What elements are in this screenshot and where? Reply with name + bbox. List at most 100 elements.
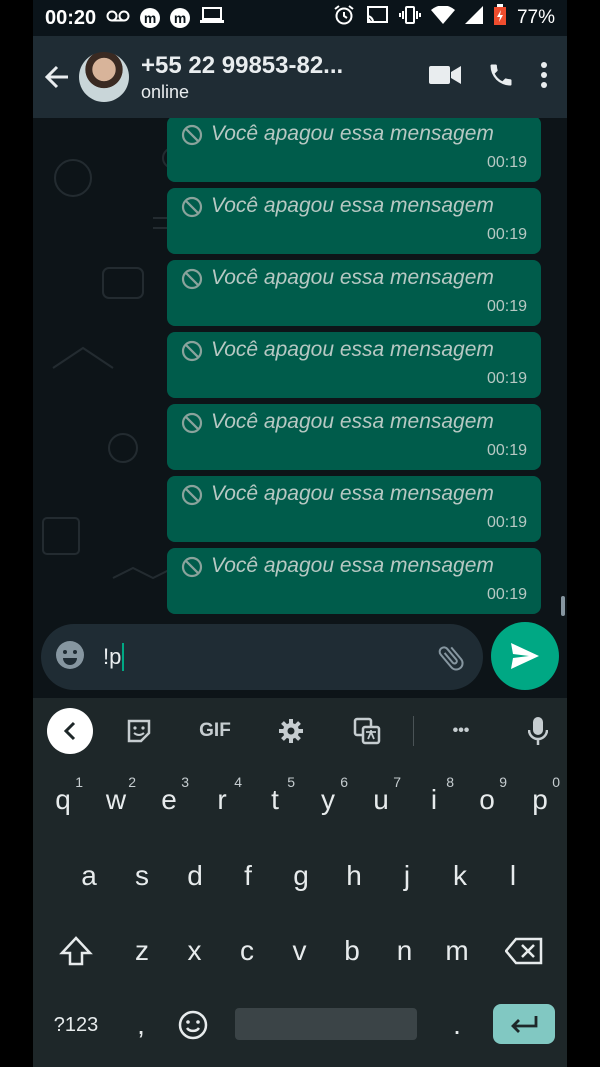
message-input-text: !p	[103, 644, 122, 669]
keyboard-key[interactable]: x	[169, 921, 221, 981]
message-bubble[interactable]: Você apagou essa mensagem 00:19	[167, 118, 541, 182]
keyboard-key[interactable]: c	[221, 921, 273, 981]
notification-app-icon-2: m	[170, 8, 191, 28]
message-input[interactable]: !p	[41, 624, 483, 690]
keyboard-key[interactable]: w2	[90, 770, 142, 830]
message-bubble[interactable]: Você apagou essa mensagem 00:19	[167, 476, 541, 542]
message-text: Você apagou essa mensagem	[211, 554, 494, 577]
emoji-icon	[56, 640, 84, 669]
key-number-hint: 6	[340, 774, 348, 790]
sticker-icon	[127, 719, 151, 743]
translate-button[interactable]	[349, 709, 385, 753]
voice-input-button[interactable]	[521, 709, 555, 753]
keyboard-key[interactable]: f	[222, 846, 274, 906]
message-bubble[interactable]: Você apagou essa mensagem 00:19	[167, 188, 541, 254]
key-label: k	[453, 860, 467, 891]
deleted-message-icon	[181, 412, 203, 439]
keyboard-key[interactable]: s	[116, 846, 168, 906]
space-key[interactable]	[235, 1008, 417, 1040]
keyboard-key[interactable]: h	[328, 846, 380, 906]
keyboard-key[interactable]: z	[116, 921, 168, 981]
keyboard-key[interactable]: u7	[355, 770, 407, 830]
emoji-button[interactable]	[55, 640, 85, 675]
keyboard-key[interactable]: v	[274, 921, 326, 981]
key-label: a	[81, 860, 97, 891]
keyboard-key[interactable]: b	[326, 921, 378, 981]
key-label: e	[161, 784, 177, 815]
message-bubble[interactable]: Você apagou essa mensagem 00:19	[167, 404, 541, 470]
keyboard-key[interactable]: k	[434, 846, 486, 906]
key-label: l	[509, 860, 517, 891]
deleted-message-icon	[181, 196, 203, 223]
keyboard-collapse-button[interactable]	[47, 708, 93, 754]
status-time: 00:20	[45, 6, 97, 29]
key-number-hint: 2	[128, 774, 136, 790]
message-time: 00:19	[486, 370, 527, 387]
chat-scrollbar[interactable]	[561, 596, 565, 616]
emoji-key[interactable]	[167, 995, 219, 1055]
back-button[interactable]	[41, 57, 73, 97]
message-text: Você apagou essa mensagem	[211, 338, 494, 361]
message-bubble[interactable]: Você apagou essa mensagem 00:19	[167, 548, 541, 614]
phone-screen: 00:20 m m 77% +55 22 99853-82... online …	[33, 0, 567, 1067]
chat-messages[interactable]: Você apagou essa mensagem 00:19 Você apago…	[33, 118, 567, 618]
key-number-hint: 7	[393, 774, 401, 790]
keyboard-key[interactable]: i8	[408, 770, 460, 830]
contact-info[interactable]: +55 22 99853-82... online	[141, 52, 429, 103]
microphone-icon	[528, 717, 548, 745]
translate-icon	[353, 717, 381, 745]
battery-icon	[493, 4, 507, 32]
message-bubble[interactable]: Você apagou essa mensagem 00:19	[167, 260, 541, 326]
keyboard-key[interactable]: t5	[249, 770, 301, 830]
message-time: 00:19	[486, 586, 527, 603]
key-number-hint: 0	[552, 774, 560, 790]
key-label: n	[396, 935, 413, 966]
key-number-hint: 8	[446, 774, 454, 790]
keyboard-settings-button[interactable]	[273, 709, 309, 753]
contact-avatar[interactable]	[79, 52, 129, 102]
video-call-button[interactable]	[429, 64, 461, 91]
keyboard-key[interactable]: r4	[196, 770, 248, 830]
keyboard-toolbar: GIF •••	[33, 698, 567, 764]
period-key[interactable]: .	[431, 995, 483, 1055]
alarm-icon	[333, 4, 355, 32]
keyboard-key[interactable]: j	[381, 846, 433, 906]
keyboard-key[interactable]: p0	[514, 770, 566, 830]
sticker-button[interactable]	[121, 709, 157, 753]
voice-call-button[interactable]	[487, 61, 515, 94]
keyboard-key[interactable]: a	[63, 846, 115, 906]
symbols-key[interactable]: ?123	[43, 995, 109, 1055]
attach-button[interactable]	[435, 642, 467, 679]
send-button[interactable]	[491, 622, 559, 690]
deleted-message-icon	[181, 340, 203, 367]
keyboard-key[interactable]: n	[379, 921, 431, 981]
key-label: y	[321, 784, 335, 815]
key-label: o	[479, 784, 495, 815]
keyboard-key[interactable]: g	[275, 846, 327, 906]
comma-key[interactable]: ,	[115, 995, 167, 1055]
more-tools-button[interactable]: •••	[441, 709, 481, 753]
gif-button[interactable]: GIF	[191, 709, 239, 753]
keyboard-key[interactable]: o9	[461, 770, 513, 830]
back-arrow-icon	[44, 65, 68, 89]
message-bubble[interactable]: Você apagou essa mensagem 00:19	[167, 332, 541, 398]
enter-key[interactable]	[493, 1004, 555, 1044]
more-options-button[interactable]	[541, 61, 547, 93]
keyboard-key[interactable]: e3	[143, 770, 195, 830]
keyboard-key[interactable]: q1	[37, 770, 89, 830]
backspace-key[interactable]	[496, 921, 552, 981]
keyboard-key[interactable]: y6	[302, 770, 354, 830]
shift-key[interactable]	[48, 921, 104, 981]
message-composer: !p	[33, 618, 567, 698]
keyboard-key[interactable]: m	[431, 921, 483, 981]
key-label: j	[403, 860, 411, 891]
contact-status: online	[141, 81, 190, 102]
signal-icon	[464, 6, 483, 30]
key-label: v	[292, 935, 307, 966]
deleted-message-icon	[181, 556, 203, 583]
video-camera-icon	[429, 65, 461, 84]
deleted-message-icon	[181, 484, 203, 511]
chat-header: +55 22 99853-82... online	[33, 36, 567, 118]
keyboard-key[interactable]: l	[487, 846, 539, 906]
keyboard-key[interactable]: d	[169, 846, 221, 906]
